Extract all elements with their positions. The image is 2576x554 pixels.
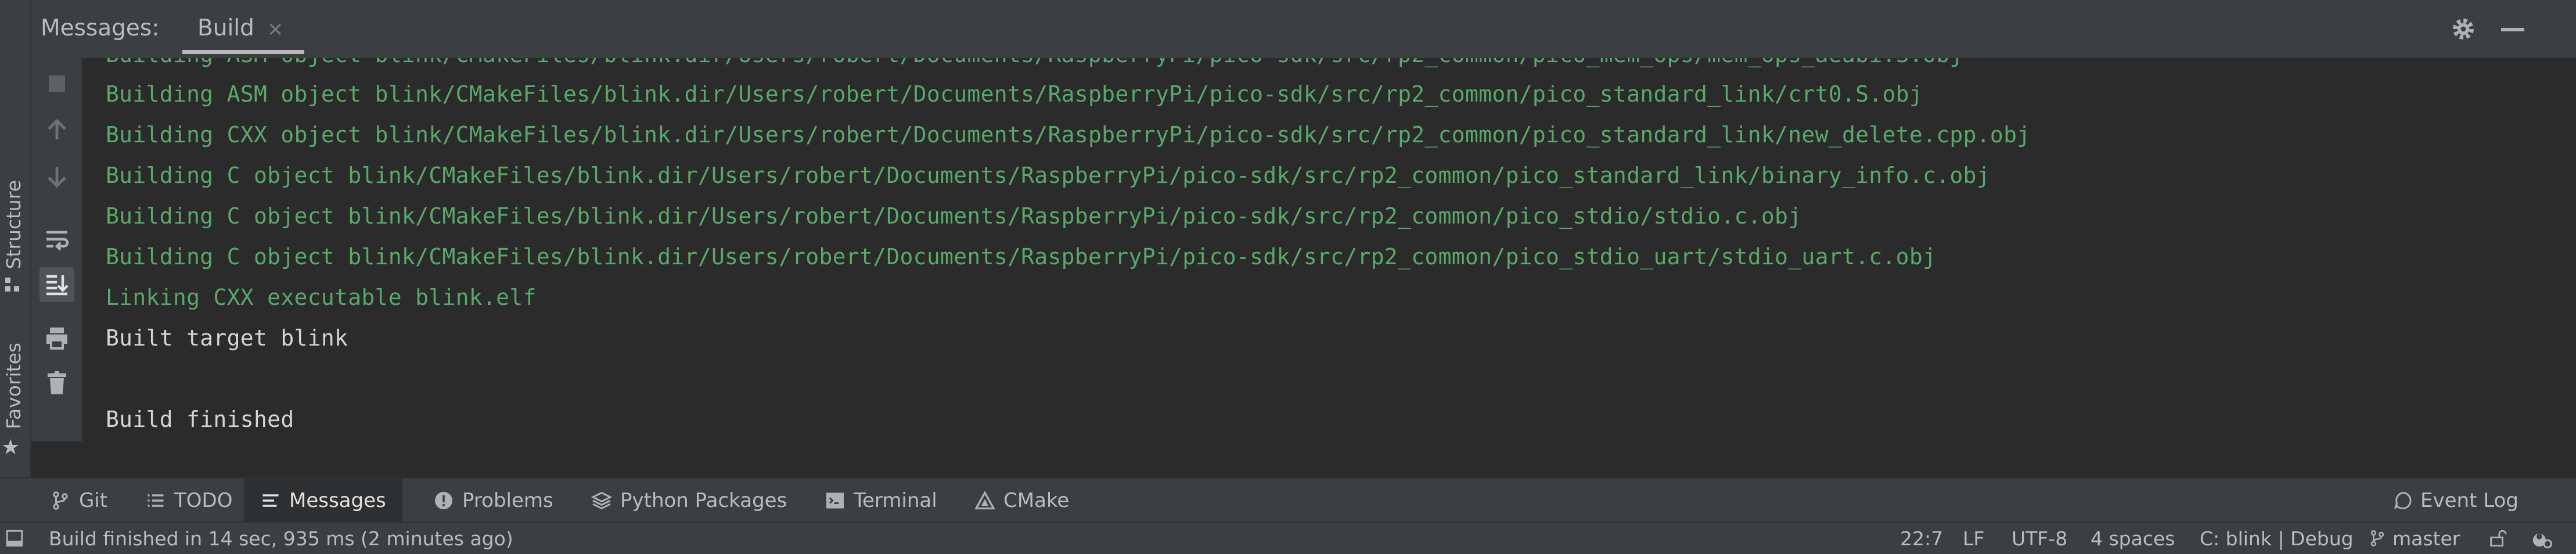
line-separator[interactable]: LF (1963, 527, 1984, 550)
tab-python-packages-label: Python Packages (620, 489, 787, 512)
console-line: Linking CXX executable blink.elf (106, 285, 537, 310)
todo-list-icon (147, 494, 164, 507)
tool-window-bar: Git TODO Messages Problems Python Packag… (0, 477, 2576, 523)
tab-problems-label: Problems (462, 489, 553, 512)
tab-build[interactable]: Build (197, 15, 254, 41)
console-line: Building CXX object blink/CMakeFiles/bli… (106, 122, 2031, 148)
build-console[interactable]: Building ASM object blink/CMakeFiles/bli… (82, 58, 2535, 441)
status-bar: Build finished in 14 sec, 935 ms (2 minu… (0, 521, 2576, 554)
tab-cmake-label: CMake (1003, 489, 1070, 512)
scroll-to-end-button[interactable] (39, 267, 74, 302)
git-branch-icon (53, 491, 68, 510)
structure-icon (5, 278, 19, 292)
tab-git[interactable]: Git (44, 479, 113, 523)
trash-icon[interactable] (43, 369, 71, 397)
console-line: Building C object blink/CMakeFiles/blink… (106, 163, 1990, 188)
console-line: Built target blink (106, 325, 348, 351)
print-icon[interactable] (43, 324, 71, 352)
tab-close-icon[interactable]: × (267, 17, 284, 41)
minimize-icon[interactable] (2501, 28, 2524, 31)
caret-position[interactable]: 22:7 (1900, 527, 1943, 550)
tool-windows-toggle-icon[interactable] (5, 528, 24, 548)
messages-header: Messages: Build × (0, 0, 2576, 59)
tab-python-packages[interactable]: Python Packages (585, 479, 793, 523)
soft-wrap-icon[interactable] (43, 226, 71, 254)
console-line: Building C object blink/CMakeFiles/blink… (106, 203, 1802, 229)
run-configuration[interactable]: C: blink | Debug (2200, 527, 2354, 550)
arrow-up-icon[interactable] (43, 116, 71, 144)
active-tab-indicator (182, 50, 304, 54)
tab-todo[interactable]: TODO (139, 479, 238, 523)
gear-icon[interactable] (2449, 15, 2477, 43)
status-message[interactable]: Build finished in 14 sec, 935 ms (2 minu… (49, 527, 513, 550)
star-icon: ★ (1, 436, 20, 459)
console-line: Build finished (106, 406, 294, 432)
git-branch-icon (2370, 530, 2384, 546)
left-tool-strip: Structure Favorites ★ (0, 0, 31, 523)
console-line: Building ASM object blink/CMakeFiles/bli… (106, 58, 1963, 67)
favorites-tab-label: Favorites (2, 343, 25, 430)
stop-icon[interactable] (43, 70, 71, 98)
tab-terminal[interactable]: Terminal (819, 479, 943, 523)
indent-setting[interactable]: 4 spaces (2091, 527, 2175, 550)
tab-cmake[interactable]: CMake (969, 479, 1075, 523)
cmake-triangle-icon (974, 491, 995, 510)
tab-messages-label: Messages (289, 489, 386, 512)
tab-problems[interactable]: Problems (427, 479, 559, 523)
favorites-tab[interactable]: Favorites ★ (0, 343, 30, 465)
structure-tab[interactable]: Structure (0, 174, 30, 292)
tab-event-log-label: Event Log (2420, 489, 2519, 512)
scroll-to-end-icon (46, 275, 69, 296)
problems-icon (435, 492, 452, 509)
tab-messages[interactable]: Messages (244, 479, 402, 523)
tab-git-label: Git (79, 489, 108, 512)
console-line: Building ASM object blink/CMakeFiles/bli… (106, 81, 1923, 107)
tab-event-log[interactable]: Event Log (2387, 479, 2524, 523)
layers-icon (591, 491, 612, 510)
event-log-icon (2394, 491, 2412, 509)
file-encoding[interactable]: UTF-8 (2012, 527, 2067, 550)
tab-terminal-label: Terminal (854, 489, 937, 512)
git-branch[interactable]: master (2392, 527, 2460, 550)
structure-tab-label: Structure (2, 180, 25, 269)
console-line: Building C object blink/CMakeFiles/blink… (106, 244, 1937, 269)
unlock-icon[interactable] (2488, 528, 2507, 548)
messages-icon (262, 494, 279, 507)
console-toolbar (31, 58, 82, 441)
tab-todo-label: TODO (174, 489, 233, 512)
arrow-down-icon[interactable] (43, 163, 71, 190)
panel-title: Messages: (41, 15, 160, 41)
inspector-icon[interactable] (2530, 527, 2553, 549)
terminal-icon (826, 492, 844, 509)
console-scrollbar-area[interactable] (2535, 58, 2576, 441)
